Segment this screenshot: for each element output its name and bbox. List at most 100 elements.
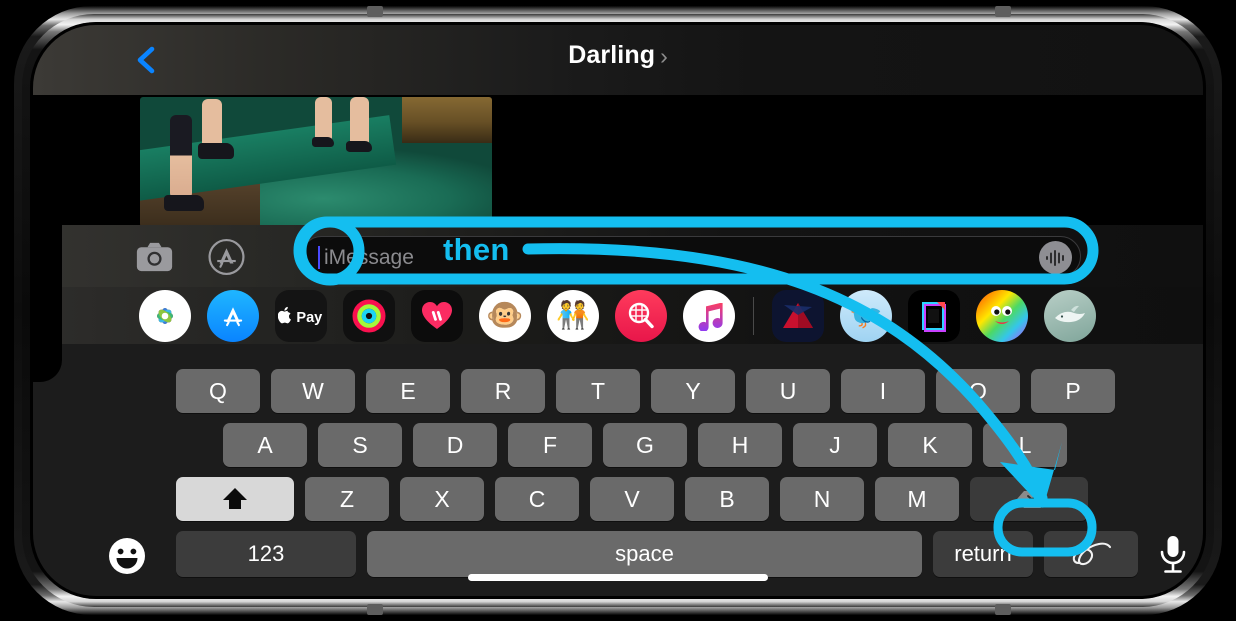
- text-cursor: [318, 246, 321, 269]
- rainbow-face-icon: [991, 305, 1012, 324]
- conversation-title-group[interactable]: Darling ›: [33, 41, 1203, 70]
- antenna-band: [367, 6, 383, 17]
- emoji-keyboard-button[interactable]: [108, 537, 146, 575]
- audio-message-button[interactable]: [1039, 241, 1072, 274]
- photo-sock: [346, 141, 372, 152]
- key-a[interactable]: A: [223, 423, 307, 467]
- key-j[interactable]: J: [793, 423, 877, 467]
- photo-sock: [198, 143, 234, 159]
- app-store-icon: [208, 238, 245, 275]
- audio-waveform-icon: [1045, 249, 1064, 266]
- photos-icon: [157, 307, 173, 324]
- app-store-icon: [223, 306, 243, 326]
- dictation-button[interactable]: [1155, 534, 1191, 576]
- display-notch: [30, 192, 62, 382]
- annotation-label: then: [443, 232, 510, 267]
- app-store-button[interactable]: [208, 238, 245, 275]
- key-y[interactable]: Y: [651, 369, 735, 413]
- key-f[interactable]: F: [508, 423, 592, 467]
- photo-sock: [312, 137, 334, 147]
- message-placeholder: iMessage: [324, 246, 414, 269]
- svg-text:Pay: Pay: [296, 310, 323, 326]
- app-icon-monkey-emoji[interactable]: 🐵: [479, 289, 531, 342]
- microphone-icon: [1160, 536, 1186, 573]
- image-search-icon: [628, 302, 654, 328]
- delta-airlines-icon: [783, 302, 813, 328]
- key-b[interactable]: B: [685, 477, 769, 521]
- keyboard-row-1: Q W E R T Y U I O P: [176, 369, 1115, 413]
- key-e[interactable]: E: [366, 369, 450, 413]
- key-s[interactable]: S: [318, 423, 402, 467]
- chevron-right-icon: ›: [660, 43, 668, 69]
- photo-sock: [164, 195, 204, 211]
- virtual-keyboard: Q W E R T Y U I O P A S D F G H J K L Z …: [33, 344, 1203, 596]
- camera-button[interactable]: [136, 238, 173, 275]
- app-icon-health[interactable]: [411, 289, 463, 342]
- photo-leg: [202, 99, 222, 149]
- heart-icon: [422, 301, 452, 329]
- monkey-emoji-icon: 🐵: [486, 298, 524, 332]
- app-icon-delta[interactable]: [772, 289, 824, 342]
- delete-icon: [1016, 490, 1042, 508]
- scribble-key[interactable]: [1044, 531, 1138, 577]
- apple-pay-icon: Pay: [278, 306, 323, 326]
- app-icon-memoji[interactable]: 🧑‍🤝‍🧑: [547, 289, 599, 342]
- key-u[interactable]: U: [746, 369, 830, 413]
- app-icon-whale[interactable]: [1044, 289, 1096, 342]
- key-m[interactable]: M: [875, 477, 959, 521]
- bird-character-icon: 🐦: [849, 300, 883, 330]
- message-input-field[interactable]: iMessage: [301, 236, 1081, 277]
- key-t[interactable]: T: [556, 369, 640, 413]
- app-icon-bird[interactable]: 🐦: [840, 289, 892, 342]
- photo-leg: [170, 115, 192, 199]
- keyboard-row-3: Z X C V B N M: [176, 477, 1088, 521]
- whale-icon: [1055, 305, 1085, 322]
- key-l[interactable]: L: [983, 423, 1067, 467]
- navigation-bar: Darling ›: [33, 25, 1203, 95]
- keyboard-row-2: A S D F G H J K L: [223, 423, 1067, 467]
- app-icon-images-search[interactable]: [615, 289, 667, 342]
- return-key[interactable]: return: [933, 531, 1033, 577]
- shift-key[interactable]: [176, 477, 294, 521]
- key-z[interactable]: Z: [305, 477, 389, 521]
- app-icon-photos[interactable]: [139, 289, 191, 342]
- key-k[interactable]: K: [888, 423, 972, 467]
- message-attachment-thumbnail[interactable]: [140, 97, 492, 227]
- app-icon-document[interactable]: [908, 289, 960, 342]
- memoji-icon: 🧑‍🤝‍🧑: [556, 300, 590, 330]
- app-icon-apple-pay[interactable]: Pay: [275, 289, 327, 342]
- phone-screen: Darling ›: [33, 25, 1203, 596]
- space-key[interactable]: space: [367, 531, 922, 577]
- key-p[interactable]: P: [1031, 369, 1115, 413]
- key-o[interactable]: O: [936, 369, 1020, 413]
- key-h[interactable]: H: [698, 423, 782, 467]
- page-title: Darling: [568, 41, 656, 69]
- key-x[interactable]: X: [400, 477, 484, 521]
- attachment-photo: [140, 97, 492, 227]
- message-input-toolbar: iMessage: [33, 225, 1203, 287]
- document-color-icon: [922, 301, 946, 332]
- activity-rings-icon: [352, 299, 386, 332]
- key-r[interactable]: R: [461, 369, 545, 413]
- photo-leg: [350, 97, 369, 147]
- antenna-band: [995, 6, 1011, 17]
- key-c[interactable]: C: [495, 477, 579, 521]
- app-icon-app-store[interactable]: [207, 289, 259, 342]
- key-v[interactable]: V: [590, 477, 674, 521]
- key-d[interactable]: D: [413, 423, 497, 467]
- numbers-key[interactable]: 123: [176, 531, 356, 577]
- emoji-smiley-icon: [109, 538, 145, 574]
- key-w[interactable]: W: [271, 369, 355, 413]
- antenna-band: [995, 604, 1011, 615]
- app-icon-activity[interactable]: [343, 289, 395, 342]
- antenna-band: [367, 604, 383, 615]
- key-q[interactable]: Q: [176, 369, 260, 413]
- key-g[interactable]: G: [603, 423, 687, 467]
- app-icon-rainbow-face[interactable]: [976, 289, 1028, 342]
- imessage-app-drawer[interactable]: Pay 🐵 🧑‍🤝‍: [33, 287, 1203, 344]
- camera-icon: [136, 242, 173, 271]
- key-i[interactable]: I: [841, 369, 925, 413]
- delete-key[interactable]: [970, 477, 1088, 521]
- app-icon-music[interactable]: [683, 289, 735, 342]
- key-n[interactable]: N: [780, 477, 864, 521]
